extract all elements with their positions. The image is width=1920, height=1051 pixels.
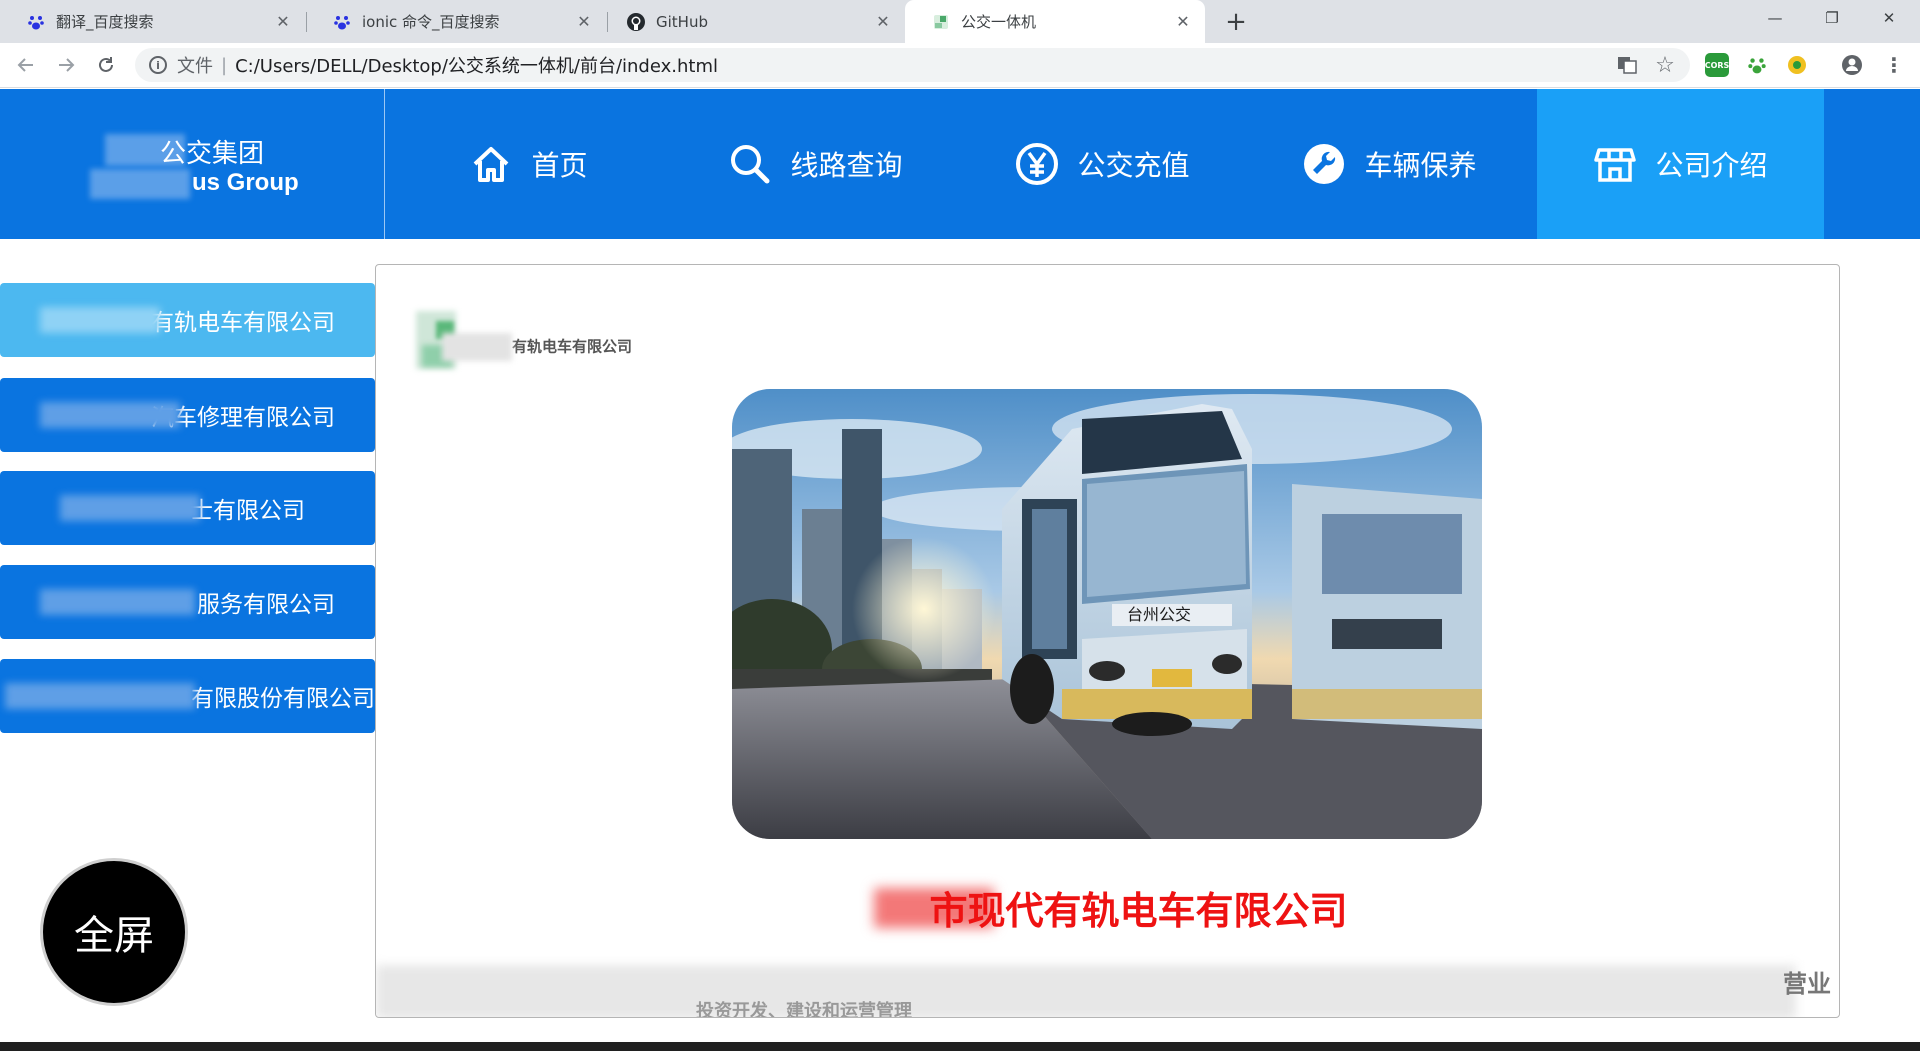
forward-button[interactable] bbox=[50, 49, 82, 81]
nav-route-search[interactable]: 线路查询 bbox=[672, 89, 959, 239]
sidebar-item-company-1[interactable]: 有轨电车有限公司 bbox=[0, 283, 375, 357]
sidebar-item-company-3[interactable]: 士有限公司 bbox=[0, 471, 375, 545]
svg-text:台州公交: 台州公交 bbox=[1127, 605, 1191, 624]
sidebar-item-label: 士有限公司 bbox=[190, 498, 305, 524]
close-window-button[interactable]: ✕ bbox=[1866, 0, 1912, 36]
redaction-mask bbox=[442, 333, 512, 361]
minimize-button[interactable]: — bbox=[1752, 0, 1798, 36]
yen-icon bbox=[1015, 142, 1059, 186]
browser-tab[interactable]: ionic 命令_百度搜索 ✕ bbox=[306, 0, 606, 43]
translate-icon[interactable] bbox=[1615, 53, 1639, 77]
company-intro-panel: 有轨电车有限公司 台州公交 市现代有轨电车有限公司 营业 投资开发、建设和运营管… bbox=[375, 264, 1840, 1018]
close-icon[interactable]: ✕ bbox=[873, 12, 893, 31]
browser-tab-active[interactable]: 公交一体机 ✕ bbox=[905, 0, 1205, 43]
browser-tab[interactable]: GitHub ✕ bbox=[600, 0, 905, 43]
sidebar-item-label: 有轨电车有限公司 bbox=[151, 310, 335, 336]
nav-home[interactable]: 首页 bbox=[385, 89, 672, 239]
sidebar-item-company-2[interactable]: 汽车修理有限公司 bbox=[0, 378, 375, 452]
company-intro-text: 营业 投资开发、建设和运营管理 bbox=[376, 965, 1839, 1017]
url-divider: | bbox=[221, 54, 228, 76]
page-favicon-icon bbox=[931, 12, 951, 32]
redaction-mask bbox=[5, 683, 195, 709]
paw-extension-icon[interactable] bbox=[1745, 53, 1769, 77]
store-icon bbox=[1593, 142, 1637, 186]
tab-title: GitHub bbox=[656, 12, 708, 31]
baidu-paw-icon bbox=[332, 12, 352, 32]
sidebar-item-label: 有限股份有限公司 bbox=[191, 686, 375, 712]
menu-kebab-icon[interactable]: ⋮ bbox=[1882, 53, 1906, 77]
browser-tab-strip: 翻译_百度搜索 ✕ ionic 命令_百度搜索 ✕ GitHub ✕ 公交一体机… bbox=[0, 0, 1920, 43]
tab-title: ionic 命令_百度搜索 bbox=[362, 13, 500, 31]
tab-title: 翻译_百度搜索 bbox=[56, 13, 154, 31]
fullscreen-button[interactable]: 全屏 bbox=[40, 858, 188, 1006]
url-text: C:/Users/DELL/Desktop/公交系统一体机/前台/index.h… bbox=[235, 56, 718, 77]
redaction-mask bbox=[90, 169, 190, 199]
company-headline: 市现代有轨电车有限公司 bbox=[376, 880, 1839, 935]
url-scheme: 文件 bbox=[177, 56, 213, 77]
cors-extension-icon[interactable]: CORS bbox=[1705, 53, 1729, 77]
reload-icon bbox=[99, 57, 113, 72]
reload-button[interactable] bbox=[90, 49, 122, 81]
redaction-mask bbox=[40, 307, 160, 333]
logo-title: 公交集团 bbox=[160, 139, 265, 169]
company-name-small: 有轨电车有限公司 bbox=[442, 333, 632, 361]
sidebar-item-company-4[interactable]: 服务有限公司 bbox=[0, 565, 375, 639]
restore-button[interactable]: ❐ bbox=[1809, 0, 1855, 36]
github-icon bbox=[626, 12, 646, 32]
star-icon[interactable]: ☆ bbox=[1653, 53, 1677, 78]
profile-icon[interactable] bbox=[1840, 53, 1864, 77]
nav-label: 车辆保养 bbox=[1364, 149, 1477, 182]
sidebar-item-company-5[interactable]: 有限股份有限公司 bbox=[0, 659, 375, 733]
nav-label: 公司介绍 bbox=[1655, 149, 1768, 182]
sidebar-item-label: 服务有限公司 bbox=[197, 592, 335, 618]
nav-label: 公交充值 bbox=[1077, 149, 1190, 182]
nav-label: 线路查询 bbox=[790, 149, 903, 182]
search-icon bbox=[728, 142, 772, 186]
site-logo[interactable]: 公交集团 us Group bbox=[0, 89, 385, 239]
redaction-mask bbox=[376, 965, 1796, 1017]
taskbar-edge bbox=[0, 1042, 1920, 1051]
address-bar[interactable]: i 文件 | C:/Users/DELL/Desktop/公交系统一体机/前台/… bbox=[135, 48, 1690, 82]
redaction-mask bbox=[40, 402, 180, 428]
browser-tab[interactable]: 翻译_百度搜索 ✕ bbox=[0, 0, 305, 43]
nav-maintenance[interactable]: 车辆保养 bbox=[1246, 89, 1533, 239]
close-icon[interactable]: ✕ bbox=[574, 12, 594, 31]
new-tab-button[interactable]: + bbox=[1220, 6, 1252, 38]
bus-photo: 台州公交 bbox=[732, 389, 1482, 839]
redaction-mask bbox=[60, 495, 200, 521]
home-icon bbox=[469, 142, 513, 186]
tab-title: 公交一体机 bbox=[961, 13, 1037, 31]
browser-toolbar: i 文件 | C:/Users/DELL/Desktop/公交系统一体机/前台/… bbox=[0, 43, 1920, 88]
wrench-icon bbox=[1302, 142, 1346, 186]
arrow-right-icon bbox=[59, 58, 75, 72]
site-header: 公交集团 us Group 首页 线路查询 公交充值 车辆保养 公司介绍 bbox=[0, 89, 1920, 239]
close-icon[interactable]: ✕ bbox=[273, 12, 293, 31]
nav-company-intro[interactable]: 公司介绍 bbox=[1537, 89, 1824, 239]
close-icon[interactable]: ✕ bbox=[1173, 12, 1193, 31]
info-icon[interactable]: i bbox=[149, 56, 167, 74]
redaction-mask bbox=[40, 589, 195, 615]
back-button[interactable] bbox=[10, 49, 42, 81]
nav-recharge[interactable]: 公交充值 bbox=[959, 89, 1246, 239]
yellow-extension-icon[interactable] bbox=[1785, 53, 1809, 77]
logo-subtitle: us Group bbox=[192, 169, 299, 196]
nav-label: 首页 bbox=[531, 149, 588, 182]
arrow-left-icon bbox=[17, 58, 33, 72]
baidu-paw-icon bbox=[26, 12, 46, 32]
